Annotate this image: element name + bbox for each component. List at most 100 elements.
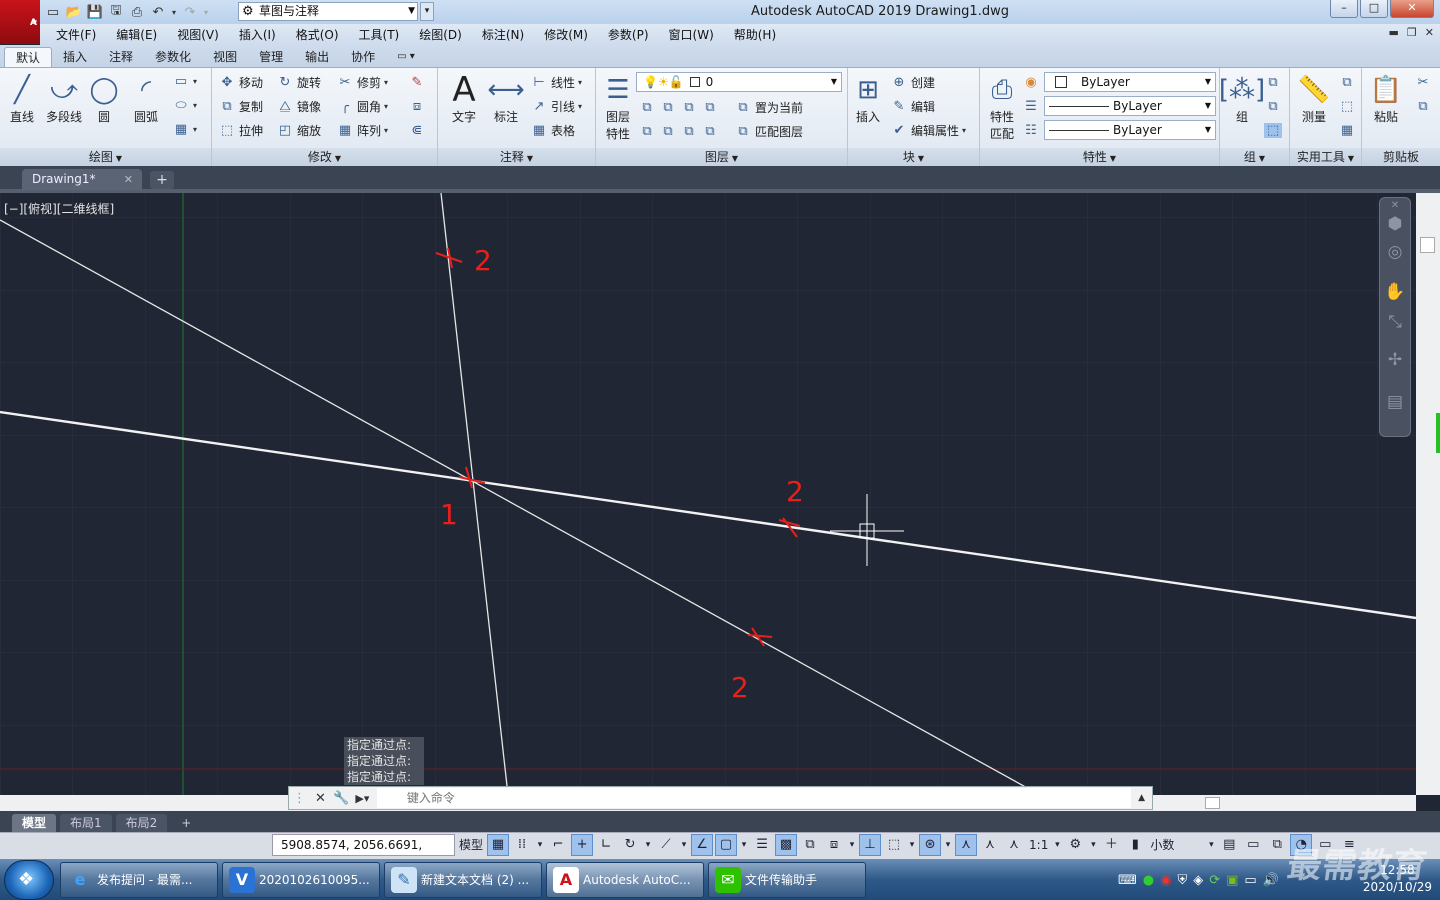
- copy-button[interactable]: ⧉ 复制: [218, 95, 263, 117]
- viewcube-icon[interactable]: ⬢: [1380, 214, 1410, 234]
- vertical-scrollbar[interactable]: [1416, 193, 1440, 795]
- fillet-button[interactable]: ╭ 圆角 ▾: [336, 95, 388, 117]
- object-snap-tracking-icon[interactable]: ∠: [691, 834, 714, 856]
- selection-cycling-icon[interactable]: ⧉: [799, 834, 821, 856]
- tab-output[interactable]: 输出: [294, 47, 340, 67]
- menu-draw[interactable]: 绘图(D): [409, 25, 472, 45]
- save-as-icon[interactable]: 🖫: [107, 3, 125, 21]
- layer-dropdown[interactable]: 💡☀🔓 0 ▼: [636, 72, 842, 92]
- viewport-controls[interactable]: [−][俯视][二维线框]: [4, 200, 114, 217]
- drawing-canvas[interactable]: 2 1 2 2: [0, 193, 1416, 795]
- command-prompt-icon[interactable]: ▶▾: [352, 792, 373, 805]
- panel-annotation-title[interactable]: 注释 ▼: [438, 148, 595, 167]
- trim-button[interactable]: ✂ 修剪 ▾: [336, 71, 388, 93]
- customize-qat-button[interactable]: ▾: [420, 2, 434, 21]
- volume-icon[interactable]: 🔊: [1263, 873, 1279, 888]
- erase-button[interactable]: ✎: [408, 71, 426, 93]
- tab-model[interactable]: 模型: [12, 814, 57, 832]
- steering-wheel-icon[interactable]: ◎: [1380, 242, 1410, 262]
- showmotion-icon[interactable]: ▤: [1380, 392, 1410, 412]
- scale-button[interactable]: ◰ 缩放: [276, 119, 321, 141]
- leader-button[interactable]: ↗ 引线 ▾: [530, 95, 582, 117]
- close-icon[interactable]: ✕: [1380, 200, 1410, 211]
- panel-properties-title[interactable]: 特性 ▼: [980, 148, 1219, 167]
- move-button[interactable]: ✥ 移动: [218, 71, 263, 93]
- object-snap-icon[interactable]: ▢: [715, 834, 738, 856]
- dynamic-ucs-icon[interactable]: ⊥: [859, 834, 882, 856]
- close-icon[interactable]: ✕: [310, 791, 331, 806]
- tab-view[interactable]: 视图: [202, 47, 248, 67]
- taskbar-item-video[interactable]: V 2020102610095...: [222, 862, 380, 898]
- table-button[interactable]: ▦ 表格: [530, 119, 575, 141]
- create-block-button[interactable]: ⊕ 创建: [890, 71, 935, 93]
- layer-on-icon[interactable]: ⧉: [638, 124, 656, 139]
- lineweight-icon[interactable]: ☰: [1022, 95, 1040, 117]
- menu-modify[interactable]: 修改(M): [534, 25, 598, 45]
- taskbar-item-wechat[interactable]: ✉ 文件传输助手: [708, 862, 866, 898]
- tab-annotate[interactable]: 注释: [98, 47, 144, 67]
- array-button[interactable]: ▦ 阵列 ▾: [336, 119, 388, 141]
- lineweight-display-icon[interactable]: ☰: [751, 834, 773, 856]
- auto-scale-icon[interactable]: ⋏: [979, 834, 1001, 856]
- chevron-down-icon[interactable]: ▾: [535, 834, 545, 856]
- measure-button[interactable]: 📏 测量: [1294, 72, 1334, 125]
- grid-icon[interactable]: ▦: [487, 834, 510, 856]
- add-layout-button[interactable]: +: [171, 814, 201, 832]
- menu-insert[interactable]: 插入(I): [229, 25, 286, 45]
- print-icon[interactable]: ⎙: [128, 3, 146, 21]
- tab-home[interactable]: 默认: [4, 47, 53, 67]
- polar-tracking-icon[interactable]: ↻: [619, 834, 641, 856]
- layer-properties-button[interactable]: ☰ 图层 特性: [598, 72, 638, 142]
- grip-icon[interactable]: ⋮: [289, 791, 310, 806]
- transparency-icon[interactable]: ▩: [775, 834, 798, 856]
- chevron-down-icon[interactable]: ▾: [907, 834, 917, 856]
- annotation-scale-value[interactable]: 1:1: [1027, 834, 1050, 856]
- layer-unisolate-icon[interactable]: ⧉: [659, 124, 677, 139]
- offset-button[interactable]: ⋐: [408, 119, 426, 141]
- chevron-down-icon[interactable]: ▾: [1052, 834, 1062, 856]
- calculator-icon[interactable]: ▦: [1338, 119, 1356, 141]
- maximize-button[interactable]: □: [1360, 0, 1388, 18]
- tab-manage[interactable]: 管理: [248, 47, 294, 67]
- menu-help[interactable]: 帮助(H): [724, 25, 786, 45]
- layer-isolate-icon[interactable]: ⧉: [659, 100, 677, 115]
- arc-button[interactable]: ◜ 圆弧: [126, 72, 166, 125]
- color-dropdown[interactable]: ByLayer ▼: [1044, 72, 1216, 92]
- menu-window[interactable]: 窗口(W): [659, 25, 724, 45]
- menu-tools[interactable]: 工具(T): [349, 25, 410, 45]
- mirror-button[interactable]: ⧋ 镜像: [276, 95, 321, 117]
- isolate-objects-icon[interactable]: ⧉: [1266, 834, 1288, 856]
- menu-edit[interactable]: 编辑(E): [106, 25, 167, 45]
- rotate-button[interactable]: ↻ 旋转: [276, 71, 321, 93]
- linetype-dropdown[interactable]: ByLayer ▼: [1044, 96, 1216, 116]
- lock-ui-icon[interactable]: ▭: [1242, 834, 1264, 856]
- group-select-icon[interactable]: ⬚: [1264, 119, 1282, 141]
- keyboard-icon[interactable]: ⌨: [1118, 873, 1137, 888]
- taskbar-item-autocad[interactable]: A Autodesk AutoC...: [546, 862, 704, 898]
- text-button[interactable]: A 文字: [444, 70, 484, 125]
- close-button[interactable]: ✕: [1390, 0, 1434, 18]
- new-tab-button[interactable]: +: [150, 171, 174, 189]
- infer-constraints-icon[interactable]: ⌐: [547, 834, 569, 856]
- match-properties-button[interactable]: ⎙ 特性 匹配: [982, 72, 1022, 142]
- chevron-down-icon[interactable]: ▾: [943, 834, 953, 856]
- copy-clip-icon[interactable]: ⧉: [1414, 95, 1432, 117]
- annotation-visibility-icon[interactable]: ⋏: [955, 834, 978, 856]
- tab-layout2[interactable]: 布局2: [115, 814, 168, 832]
- application-menu-button[interactable]: A ▾: [0, 0, 40, 44]
- linetype-icon[interactable]: ☷: [1022, 119, 1040, 141]
- undo-icon[interactable]: ↶: [149, 3, 167, 21]
- panel-group-title[interactable]: 组 ▼: [1220, 148, 1289, 167]
- doc-close-icon[interactable]: ✕: [1425, 26, 1434, 39]
- sync-icon[interactable]: ⟳: [1209, 873, 1220, 888]
- tab-layout1[interactable]: 布局1: [60, 814, 112, 832]
- panel-block-title[interactable]: 块 ▼: [848, 148, 979, 167]
- chevron-down-icon[interactable]: ▾: [1088, 834, 1098, 856]
- explode-button[interactable]: ⧈: [408, 95, 426, 117]
- group-button[interactable]: [⁂] 组: [1219, 72, 1265, 125]
- match-layer-button[interactable]: ⧉ 匹配图层: [734, 120, 803, 142]
- chevron-down-icon[interactable]: ▾: [739, 834, 749, 856]
- lineweight-dropdown[interactable]: ByLayer ▼: [1044, 120, 1216, 140]
- nvidia-icon[interactable]: ▣: [1226, 873, 1238, 888]
- close-icon[interactable]: ✕: [124, 169, 133, 190]
